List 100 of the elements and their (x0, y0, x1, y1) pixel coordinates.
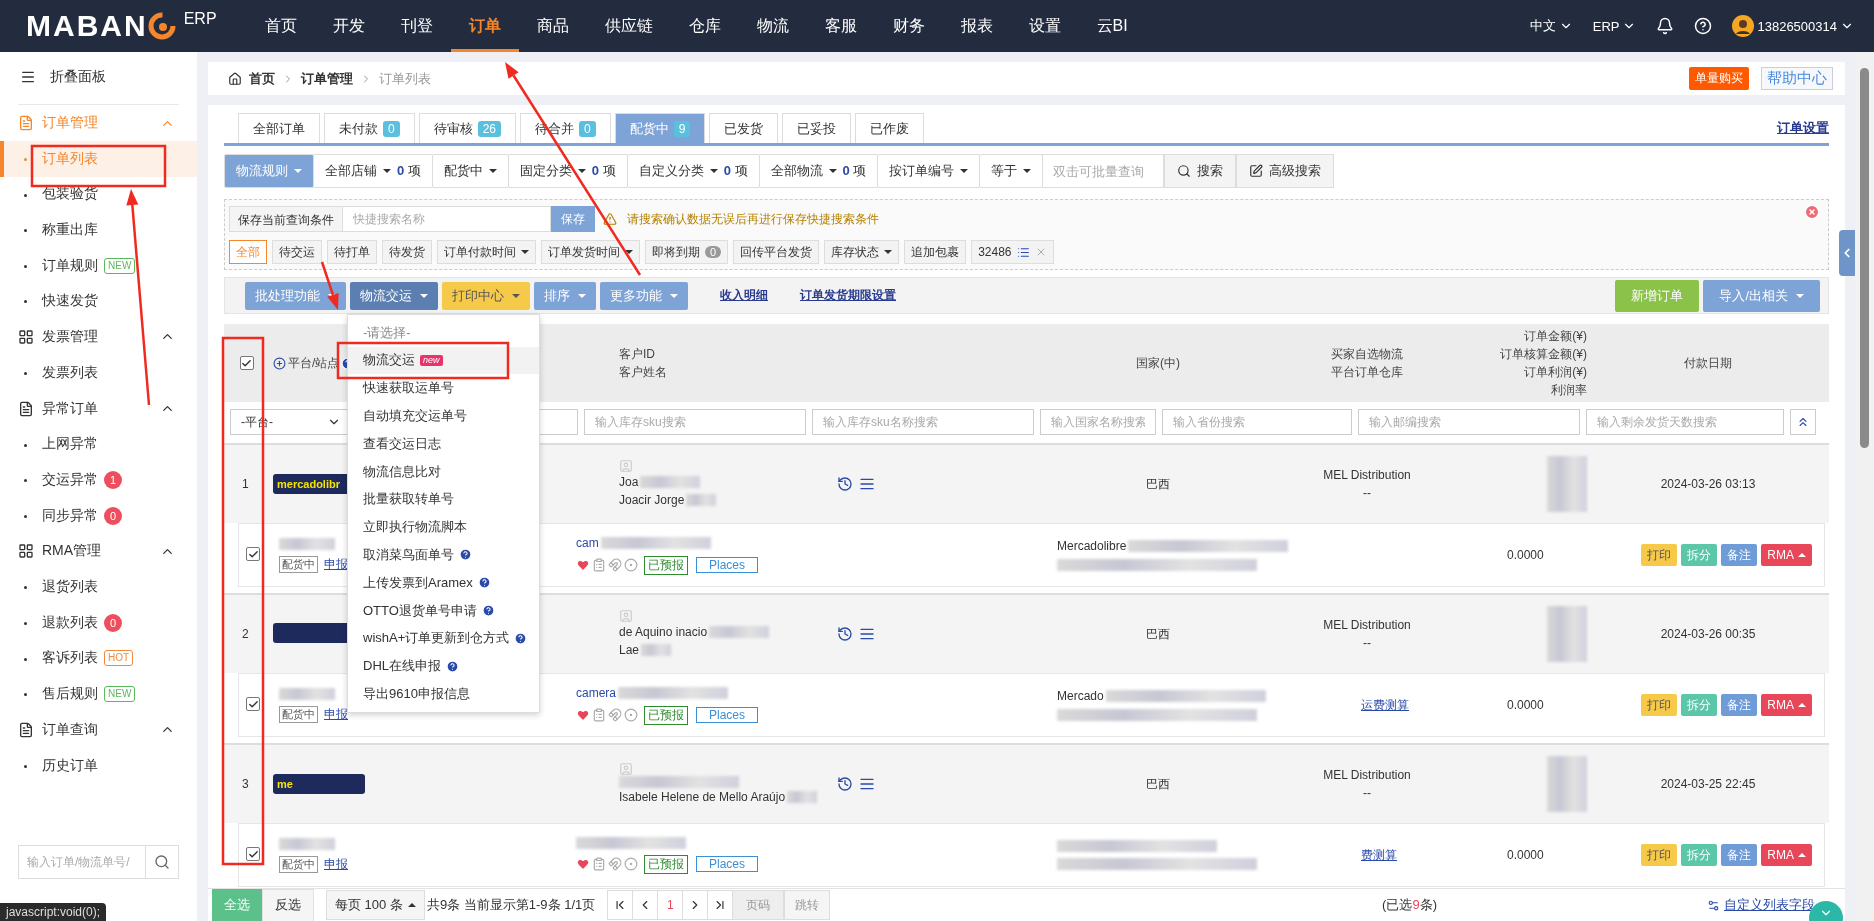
nav-item[interactable]: 财务 (874, 0, 943, 52)
sidebar-group[interactable]: 订单查询 (0, 711, 197, 748)
dropdown-item[interactable]: wishA+订单更新到仓方式 (348, 624, 539, 653)
dropdown-item[interactable]: 快速获取运单号 (348, 374, 539, 403)
sidebar-item[interactable]: 包装验货 (0, 176, 197, 213)
list-icon[interactable] (859, 776, 875, 792)
advanced-search-button[interactable]: 高级搜索 (1236, 154, 1335, 188)
query-field[interactable]: 双击可批量查询 (1042, 154, 1165, 188)
row-action-button[interactable]: 打印 (1641, 694, 1678, 716)
quick-filter-chip[interactable]: 订单付款时间 (437, 240, 536, 264)
dropdown-item[interactable]: 自动填充交运单号 (348, 402, 539, 430)
column-search-field[interactable]: 输入剩余发货天数搜索 (1586, 409, 1784, 435)
nav-item[interactable]: 云BI (1078, 0, 1146, 52)
language-dropdown[interactable]: 中文 (1529, 17, 1573, 35)
list-icon[interactable] (859, 626, 875, 642)
dropdown-item[interactable]: 立即执行物流脚本 (348, 513, 539, 542)
sidebar-group[interactable]: 发票管理 (0, 318, 197, 355)
help-icon[interactable] (481, 604, 495, 618)
quick-filter-chip[interactable]: 待打单 (327, 240, 377, 264)
checkbox[interactable] (246, 697, 260, 712)
side-panel-toggle[interactable] (1839, 230, 1855, 276)
filter-dropdown[interactable]: 按订单编号 (877, 154, 981, 188)
status-tab[interactable]: 待审核 26 (418, 113, 517, 143)
breadcrumb-item[interactable]: 首页 (249, 69, 275, 88)
system-dropdown[interactable]: ERP (1592, 18, 1637, 34)
sidebar-item[interactable]: 售后规则 NEW (0, 676, 197, 712)
declare-link[interactable]: 申报 (324, 705, 348, 723)
sidebar-item[interactable]: 退款列表 0 (0, 604, 197, 641)
dropdown-item[interactable]: 批量获取转单号 (348, 485, 539, 514)
dropdown-option[interactable]: -请选择- (348, 318, 539, 347)
quick-filter-chip[interactable]: 即将到期 0 (645, 240, 729, 264)
quick-filter-chip[interactable]: 待交运 (272, 240, 322, 264)
freight-estimate-link[interactable]: 费测算 (1361, 847, 1397, 862)
row-action-button[interactable]: 打印 (1641, 844, 1678, 866)
filter-dropdown[interactable]: 固定分类 0 项 (507, 154, 628, 188)
history-icon[interactable] (837, 626, 853, 642)
status-tab[interactable]: 已发货 (709, 113, 779, 143)
checkbox[interactable] (239, 356, 254, 370)
sidebar-item[interactable]: 同步异常 0 (0, 497, 197, 534)
help-icon[interactable] (1694, 17, 1713, 35)
sidebar-item[interactable]: 交运异常 1 (0, 462, 197, 498)
sidebar-item[interactable]: 称重出库 (0, 212, 197, 248)
column-search-field[interactable]: 输入省份搜索 (1162, 409, 1352, 435)
dropdown-item[interactable]: 上传发票到Aramex (348, 568, 539, 597)
action-dropdown-button[interactable]: 物流交运 (350, 281, 438, 310)
quick-filter-chip[interactable]: 回传平台发货 (733, 240, 820, 264)
nav-item[interactable]: 物流 (738, 0, 807, 52)
sidebar-item[interactable]: 发票列表 (0, 354, 197, 391)
product-name[interactable]: cam (576, 535, 599, 550)
dropdown-item[interactable]: OTTO退货单号申请 (348, 596, 539, 625)
status-tab[interactable]: 已作废 (855, 113, 925, 143)
dropdown-item[interactable]: 物流交运 new (348, 346, 539, 375)
filter-dropdown[interactable]: 自定义分类 0 项 (626, 154, 760, 188)
dropdown-item[interactable]: 取消菜鸟面单号 (348, 541, 539, 569)
action-dropdown-button[interactable]: 打印中心 (442, 281, 530, 310)
close-icon[interactable] (1804, 204, 1820, 220)
history-icon[interactable] (837, 776, 853, 792)
sidebar-item[interactable]: 历史订单 (0, 747, 197, 784)
sidebar-item[interactable]: 上网异常 (0, 426, 197, 463)
collapse-button[interactable] (1790, 409, 1816, 435)
expand-icon[interactable] (273, 356, 286, 370)
row-action-button[interactable]: RMA (1761, 694, 1812, 716)
dropdown-item[interactable]: DHL在线申报 (348, 652, 539, 681)
nav-item[interactable]: 设置 (1010, 0, 1079, 52)
quick-filter-chip[interactable]: 库存状态 (824, 240, 900, 264)
nav-item[interactable]: 仓库 (670, 0, 739, 52)
declare-link[interactable]: 申报 (324, 555, 348, 573)
nav-item[interactable]: 刊登 (382, 0, 451, 52)
row-action-button[interactable]: RMA (1761, 544, 1812, 566)
dropdown-item[interactable]: 查看交运日志 (348, 429, 539, 458)
first-page-button[interactable] (607, 890, 634, 920)
status-tab[interactable]: 已妥投 (782, 113, 852, 143)
page-size-dropdown[interactable]: 每页 100 条 (326, 890, 425, 920)
sidebar-group[interactable]: RMA管理 (0, 533, 197, 570)
filter-dropdown[interactable]: 全部物流 0 项 (758, 154, 879, 188)
nav-item[interactable]: 开发 (314, 0, 383, 52)
sidebar-group[interactable]: 异常订单 (0, 390, 197, 427)
breadcrumb-item[interactable]: 订单管理 (301, 69, 353, 88)
help-icon[interactable] (477, 576, 491, 590)
product-name[interactable]: camera (576, 685, 616, 700)
custom-fields-link[interactable]: 自定义列表字段 (1707, 896, 1815, 914)
saved-search-name-field[interactable]: 快捷搜索名称 (343, 206, 551, 232)
invert-selection-button[interactable]: 反选 (262, 888, 314, 921)
status-tab[interactable]: 未付款 0 (324, 113, 415, 143)
declare-link[interactable]: 申报 (324, 855, 348, 873)
filter-dropdown[interactable]: 配货中 (431, 154, 509, 188)
sidebar-item[interactable]: 快速发货 (0, 283, 197, 319)
nav-item[interactable]: 客服 (806, 0, 875, 52)
list-icon[interactable] (859, 476, 875, 492)
nav-item[interactable]: 报表 (942, 0, 1011, 52)
sidebar-search-field[interactable]: 输入订单/物流单号/ (18, 845, 146, 879)
collapse-panel-button[interactable]: 折叠面板 (0, 58, 197, 96)
checkbox[interactable] (246, 547, 260, 562)
sidebar-item[interactable]: 订单规则 NEW (0, 247, 197, 284)
action-link[interactable]: 订单发货期限设置 (800, 287, 896, 304)
nav-item[interactable]: 首页 (246, 0, 315, 52)
row-action-button[interactable]: 打印 (1641, 544, 1678, 566)
page-number-field[interactable]: 页码 (732, 890, 785, 920)
quick-filter-chip[interactable]: 待发货 (382, 240, 432, 264)
filter-dropdown[interactable]: 全部店铺 0 项 (313, 154, 433, 188)
